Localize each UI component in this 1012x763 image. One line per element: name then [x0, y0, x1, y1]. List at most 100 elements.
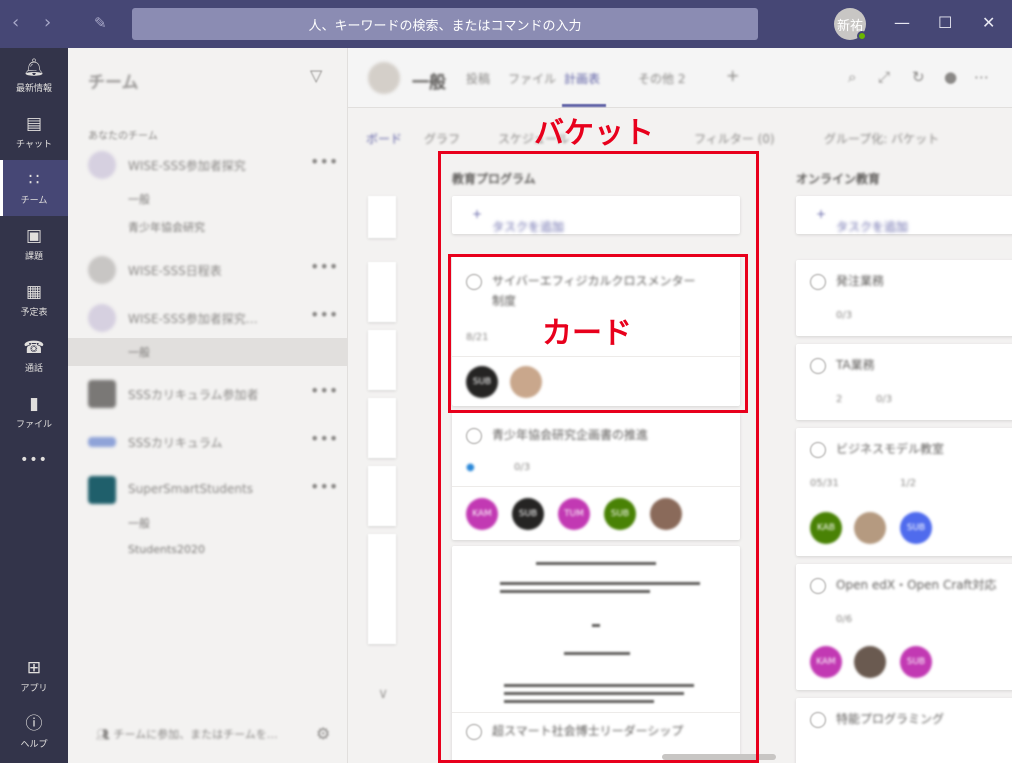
- more-icon[interactable]: •••: [310, 381, 338, 400]
- compose-icon[interactable]: ✎: [94, 14, 107, 32]
- maximize-button[interactable]: ☐: [938, 13, 952, 32]
- expand-icon[interactable]: ⤢: [878, 68, 890, 86]
- complete-checkbox[interactable]: [810, 712, 826, 728]
- checklist-count: 0/3: [876, 394, 893, 405]
- file-icon: ▮: [29, 394, 39, 414]
- complete-checkbox[interactable]: [810, 442, 826, 458]
- attachment-count: 2: [836, 394, 843, 405]
- rail-item-apps[interactable]: ⊞ アプリ: [0, 648, 68, 704]
- team-item[interactable]: WISE-SSS日程表 •••: [68, 253, 348, 287]
- globe-icon[interactable]: ●: [944, 68, 957, 86]
- help-icon: ⓘ: [25, 714, 43, 734]
- refresh-icon[interactable]: ↻: [912, 68, 925, 86]
- gear-icon[interactable]: ⚙: [316, 724, 330, 743]
- task-card[interactable]: TA業務 2 0/3: [796, 344, 1012, 420]
- tab-files[interactable]: ファイル: [508, 70, 556, 87]
- teams-icon: ∷: [28, 170, 40, 190]
- more-icon: •••: [20, 452, 48, 468]
- more-icon[interactable]: •••: [310, 152, 338, 171]
- task-card[interactable]: 発注業務 0/3: [796, 260, 1012, 336]
- forward-icon[interactable]: ›: [44, 12, 51, 33]
- board-view-button[interactable]: ボード: [366, 130, 402, 147]
- more-icon[interactable]: •••: [310, 305, 338, 324]
- card-partial: [368, 534, 396, 644]
- complete-checkbox[interactable]: [810, 274, 826, 290]
- task-card[interactable]: Open edX・Open Craft対応 0/6 KAM SUB: [796, 564, 1012, 690]
- team-item[interactable]: SSSカリキュラム参加者 •••: [68, 377, 348, 411]
- filter-icon[interactable]: ▽: [310, 66, 322, 85]
- search-input[interactable]: 人、キーワードの検索、またはコマンドの入力: [132, 8, 758, 40]
- more-options-icon[interactable]: ⋯: [974, 68, 989, 86]
- chat-icon: ▤: [25, 114, 43, 134]
- channel-item[interactable]: Students2020: [128, 543, 205, 556]
- add-task-button[interactable]: + タスクを追加: [796, 196, 1012, 234]
- rail-item-assignments[interactable]: ▣ 課題: [0, 216, 68, 272]
- bell-icon: 🔔︎: [23, 58, 45, 78]
- rail-item-calendar[interactable]: ▦ 予定表: [0, 272, 68, 328]
- rail-item-label: 通話: [24, 364, 43, 374]
- rail-item-label: 最新情報: [15, 84, 52, 94]
- channel-item[interactable]: 一般: [128, 191, 150, 207]
- team-item[interactable]: WISE-SSS参加者探究… •••: [68, 301, 348, 335]
- rail-item-teams[interactable]: ∷ チーム: [0, 160, 68, 216]
- tab-more[interactable]: その他 2: [638, 70, 685, 87]
- team-avatar: [88, 476, 116, 504]
- rail-item-chat[interactable]: ▤ チャット: [0, 104, 68, 160]
- add-tab-button[interactable]: +: [726, 66, 739, 85]
- team-item[interactable]: SuperSmartStudents •••: [68, 473, 348, 507]
- rail-item-calls[interactable]: ☎ 通話: [0, 328, 68, 384]
- card-partial: [368, 398, 396, 458]
- team-item[interactable]: SSSカリキュラム •••: [68, 425, 348, 459]
- rail-item-activity[interactable]: 🔔︎ 最新情報: [0, 48, 68, 104]
- task-card[interactable]: ビジネスモデル教室 05/31 1/2 KAB SUB: [796, 428, 1012, 556]
- team-avatar: [88, 151, 116, 179]
- channel-item: 一般: [128, 346, 150, 359]
- backpack-icon: ▣: [25, 226, 43, 246]
- pane-title: チーム: [88, 73, 139, 93]
- rail-item-help[interactable]: ⓘ ヘルプ: [0, 704, 68, 760]
- checklist-count: 1/2: [900, 478, 917, 489]
- section-heading: あなたのチーム: [88, 131, 158, 142]
- rail-more-button[interactable]: •••: [0, 440, 68, 480]
- rail-item-label: ファイル: [15, 420, 52, 430]
- filter-button[interactable]: フィルター (0): [694, 130, 775, 147]
- chart-view-button[interactable]: グラフ: [424, 130, 460, 147]
- channel-item[interactable]: 一般: [128, 515, 150, 531]
- task-title: Open edX・Open Craft対応: [836, 578, 997, 592]
- bucket-title[interactable]: オンライン教育: [796, 170, 880, 187]
- tab-planner[interactable]: 計画表: [564, 70, 600, 87]
- join-team-link[interactable]: 👥︎ チームに参加、またはチームを…: [96, 726, 278, 742]
- tab-posts[interactable]: 投稿: [466, 70, 490, 87]
- team-avatar: [88, 304, 116, 332]
- team-item[interactable]: WISE-SSS参加者探究 •••: [68, 148, 348, 182]
- chevron-down-icon[interactable]: ∨: [378, 686, 388, 702]
- more-icon[interactable]: •••: [310, 429, 338, 448]
- selected-channel[interactable]: 一般: [68, 338, 348, 366]
- more-icon[interactable]: •••: [310, 257, 338, 276]
- search-icon[interactable]: ⌕: [848, 68, 856, 86]
- channel-item[interactable]: 青少年協会研究: [128, 219, 205, 235]
- rail-item-label: ヘルプ: [20, 740, 48, 750]
- rail-item-files[interactable]: ▮ ファイル: [0, 384, 68, 440]
- avatar[interactable]: 新祐: [834, 8, 867, 41]
- rail-item-label: アプリ: [20, 684, 48, 694]
- team-name: SSSカリキュラム: [128, 436, 223, 450]
- rail-item-label: チーム: [20, 196, 48, 206]
- complete-checkbox[interactable]: [810, 358, 826, 374]
- group-by-button[interactable]: グループ化: バケット: [824, 130, 939, 147]
- team-avatar: [88, 380, 116, 408]
- task-title: ビジネスモデル教室: [836, 442, 945, 456]
- avatar: KAM: [810, 646, 842, 678]
- annotation-card-label: カード: [542, 316, 632, 351]
- complete-checkbox[interactable]: [810, 578, 826, 594]
- back-icon[interactable]: ‹: [12, 12, 19, 33]
- more-icon[interactable]: •••: [310, 477, 338, 496]
- channel-name: 一般: [412, 73, 446, 93]
- card-partial: [368, 466, 396, 526]
- annotation-bucket-label: バケット: [534, 116, 654, 151]
- task-card[interactable]: 特能プログラミング: [796, 698, 1012, 763]
- join-label: チームに参加、またはチームを…: [113, 728, 278, 741]
- close-button[interactable]: ✕: [982, 13, 995, 32]
- calendar-icon: ▦: [25, 282, 43, 302]
- minimize-button[interactable]: —: [894, 13, 910, 32]
